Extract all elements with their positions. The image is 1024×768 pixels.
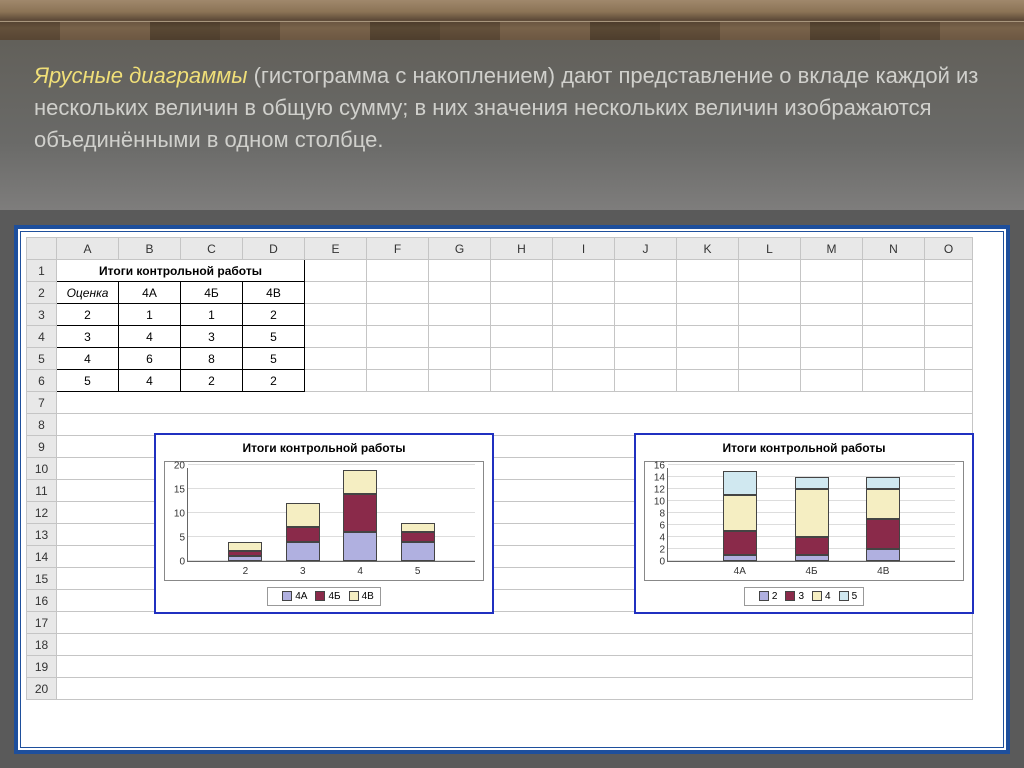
chart-left[interactable]: Итоги контрольной работы 05101520 2345 4…: [154, 433, 494, 614]
col-header[interactable]: A: [57, 238, 119, 260]
col-header[interactable]: E: [305, 238, 367, 260]
col-header[interactable]: F: [367, 238, 429, 260]
decorative-banner: [0, 0, 1024, 40]
col-header[interactable]: B: [119, 238, 181, 260]
col-header[interactable]: L: [739, 238, 801, 260]
col-header[interactable]: J: [615, 238, 677, 260]
col-header[interactable]: M: [801, 238, 863, 260]
col-header[interactable]: D: [243, 238, 305, 260]
col-header[interactable]: C: [181, 238, 243, 260]
chart-title: Итоги контрольной работы: [164, 441, 484, 455]
text-highlight: Ярусные диаграммы: [34, 63, 247, 88]
col-header[interactable]: N: [863, 238, 925, 260]
table-title[interactable]: Итоги контрольной работы: [57, 260, 305, 282]
chart-plot-area: 05101520 2345: [164, 461, 484, 581]
col-header[interactable]: G: [429, 238, 491, 260]
chart-legend: 2345: [744, 587, 864, 606]
col-header[interactable]: H: [491, 238, 553, 260]
chart-title: Итоги контрольной работы: [644, 441, 964, 455]
chart-plot-area: 0246810121416 4А4Б4В: [644, 461, 964, 581]
col-header[interactable]: I: [553, 238, 615, 260]
chart-legend: 4А4Б4В: [267, 587, 381, 606]
slide-body-text: Ярусные диаграммы (гистограмма с накопле…: [0, 40, 1024, 210]
chart-right[interactable]: Итоги контрольной работы 0246810121416 4…: [634, 433, 974, 614]
col-header[interactable]: K: [677, 238, 739, 260]
col-header[interactable]: O: [925, 238, 973, 260]
spreadsheet[interactable]: A B C D E F G H I J K L M N O 1Итоги кон…: [26, 237, 998, 742]
spreadsheet-frame: A B C D E F G H I J K L M N O 1Итоги кон…: [14, 225, 1010, 754]
